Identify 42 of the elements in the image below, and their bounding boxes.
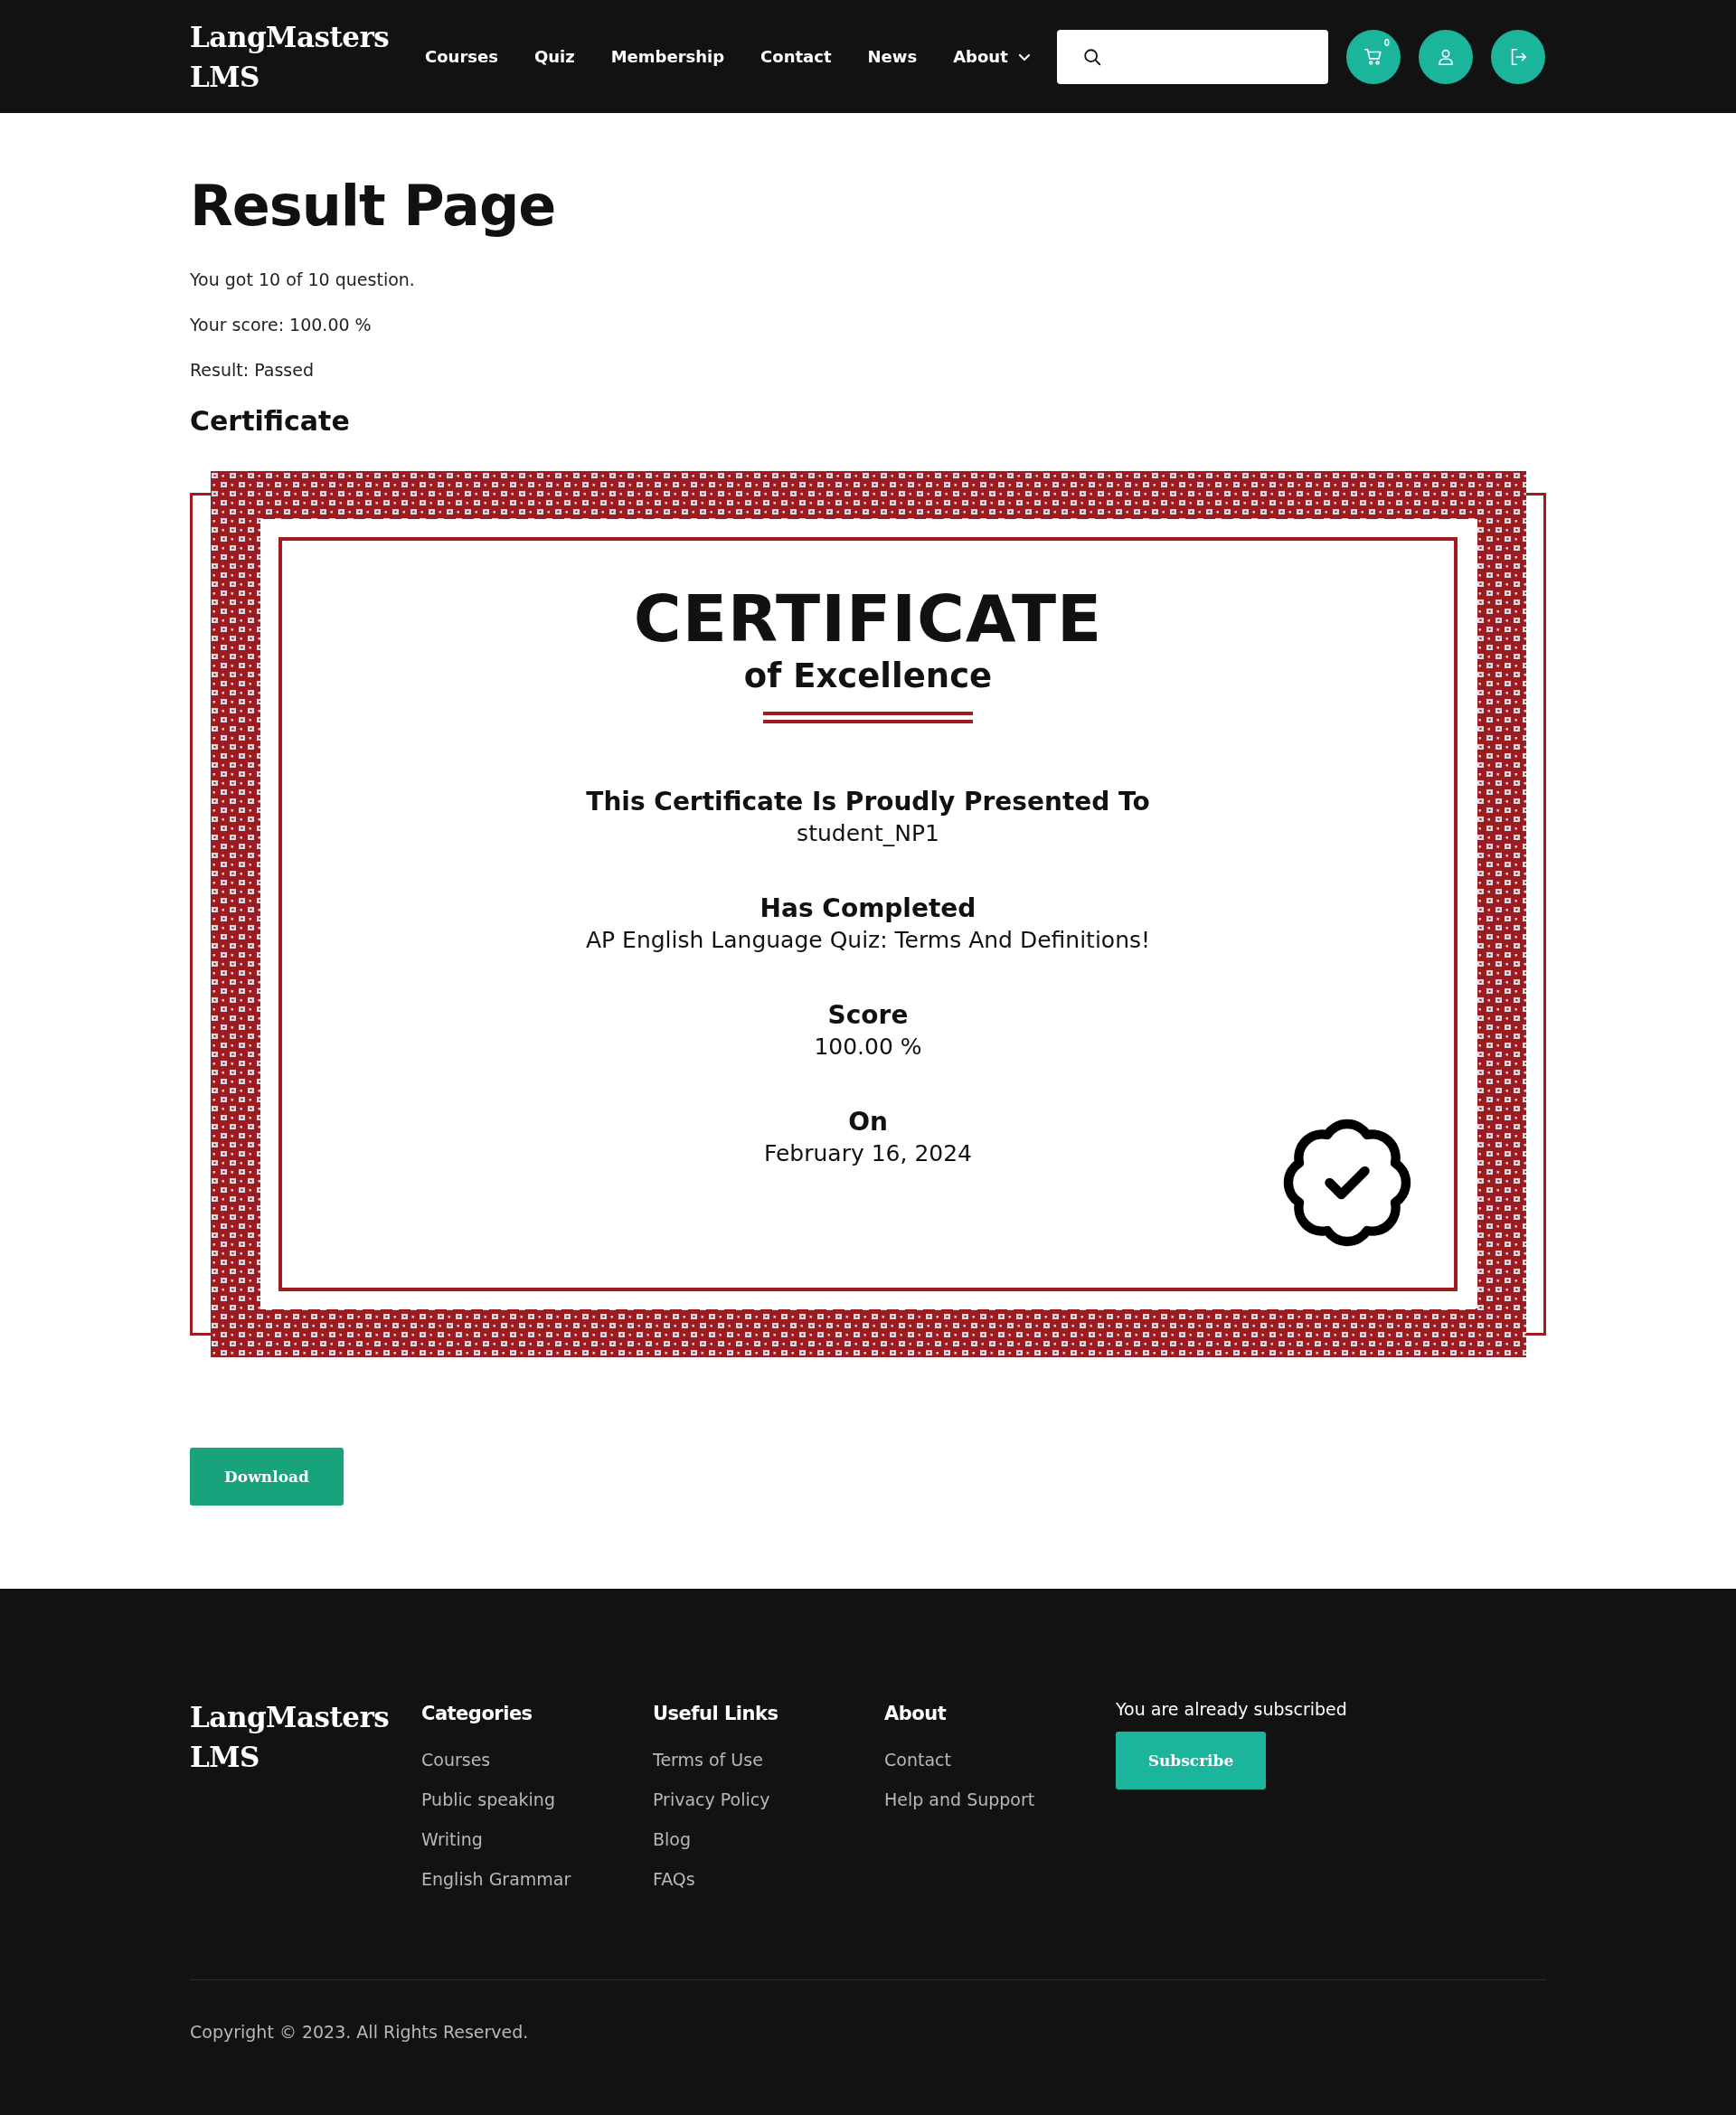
footer-link[interactable]: Writing <box>421 1829 653 1849</box>
nav-link[interactable]: Membership <box>610 47 725 66</box>
page-title: Result Page <box>190 173 557 239</box>
footer-link[interactable]: Public speaking <box>421 1789 653 1809</box>
certificate-label: Score <box>826 1000 910 1030</box>
search-icon <box>1081 46 1102 67</box>
certificate-label: This Certificate Is Proudly Presented To <box>586 787 1150 817</box>
subscription-status: You are already subscribed <box>1116 1699 1347 1719</box>
footer-link[interactable]: English Grammar <box>421 1869 653 1889</box>
footer-heading: Categories <box>421 1703 533 1724</box>
result-text: You got 10 of 10 question. <box>190 269 416 289</box>
nav-link[interactable]: Courses <box>425 47 498 66</box>
footer-link[interactable]: Help and Support <box>884 1789 1116 1809</box>
certificate-value: February 16, 2024 <box>763 1140 973 1166</box>
footer-link[interactable]: Terms of Use <box>653 1750 884 1770</box>
certificate-label: On <box>847 1107 889 1137</box>
nav-link[interactable]: News <box>867 47 918 66</box>
certificate-label: Has Completed <box>759 893 977 923</box>
footer-link[interactable]: Privacy Policy <box>653 1789 884 1809</box>
certificate-value: student_NP1 <box>796 820 940 846</box>
result-text: Result: Passed <box>190 360 315 380</box>
footer-heading: About <box>884 1703 948 1724</box>
search-field[interactable] <box>1056 29 1328 84</box>
nav-link[interactable]: Quiz <box>533 47 575 66</box>
certificate-subtitle: of Excellence <box>743 656 993 695</box>
nav-link[interactable]: Contact <box>760 47 832 66</box>
footer-link[interactable]: Blog <box>653 1829 884 1849</box>
cart-count: 0 <box>1383 36 1390 48</box>
footer-heading: Useful Links <box>653 1703 779 1724</box>
certificate-title: CERTIFICATE <box>633 586 1103 651</box>
footer-link[interactable]: Courses <box>421 1750 653 1770</box>
nav-link[interactable]: About <box>953 47 1032 66</box>
section-title: Certificate <box>190 405 351 437</box>
copyright-text: Copyright © 2023. All Rights Reserved. <box>190 2022 530 2042</box>
result-text: Your score: 100.00 % <box>190 315 373 335</box>
certificate-value: AP English Language Quiz: Terms And Definitions! <box>585 927 1151 953</box>
cart-icon <box>1363 46 1383 67</box>
footer-link[interactable]: FAQs <box>653 1869 884 1889</box>
site-logo[interactable]: LangMasters LMS <box>190 16 407 97</box>
certificate-value: 100.00 % <box>814 1034 922 1060</box>
footer-logo[interactable]: LangMasters LMS <box>190 1697 421 1909</box>
footer-link[interactable]: Contact <box>884 1750 1116 1770</box>
